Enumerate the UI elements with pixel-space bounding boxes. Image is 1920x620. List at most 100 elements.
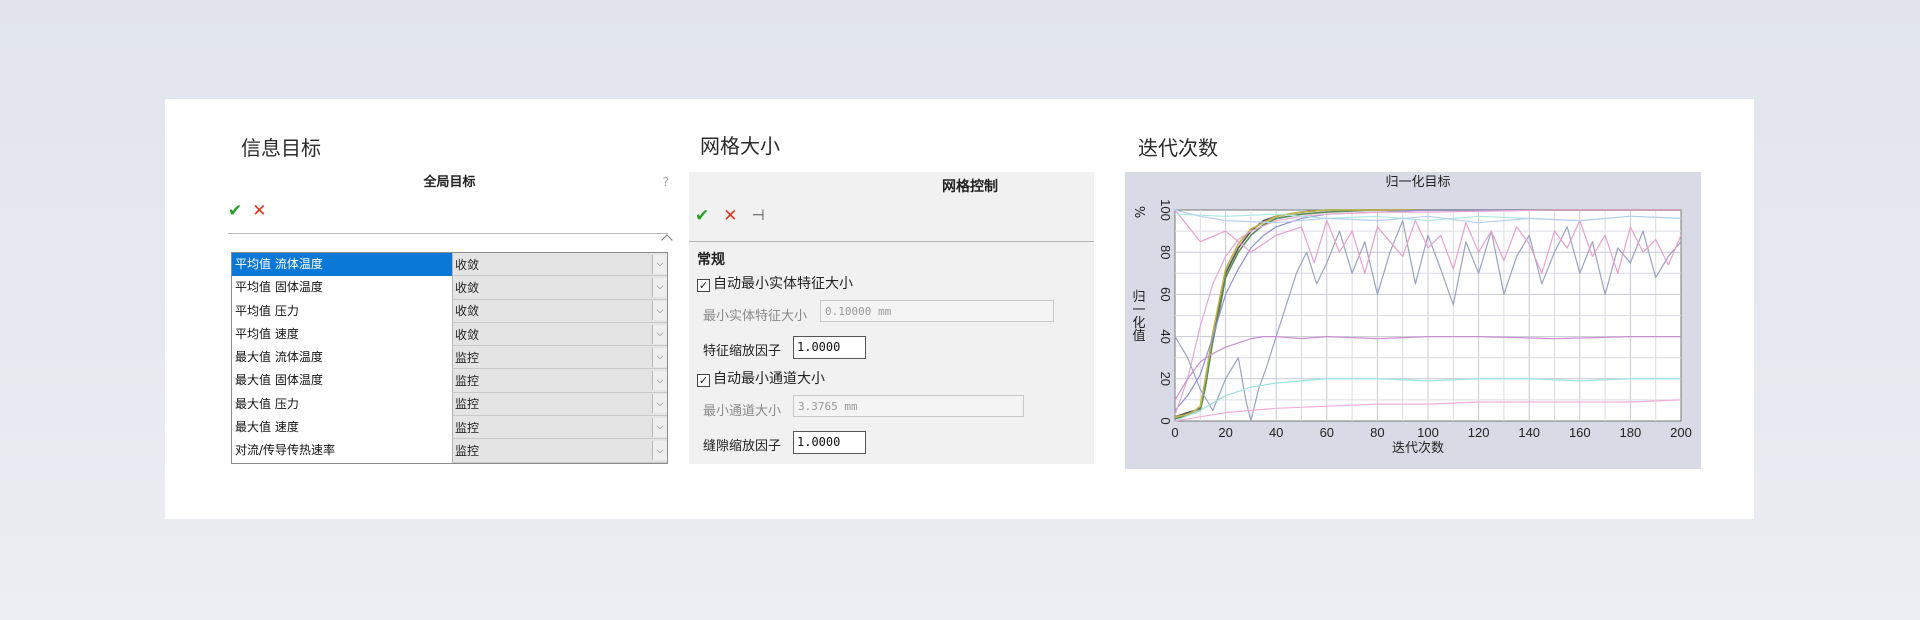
- chevron-down-icon[interactable]: ⌵: [652, 277, 667, 297]
- goal-criterion-value: 监控: [455, 350, 480, 365]
- help-icon[interactable]: ?: [663, 175, 669, 189]
- x-tick-label: 80: [1370, 425, 1384, 440]
- mesh-section-title: 网格大小: [700, 134, 780, 158]
- goal-criterion-select[interactable]: 收敛 ⌵: [452, 322, 667, 347]
- goal-row[interactable]: 平均值 压力 收敛 ⌵: [232, 299, 667, 323]
- chevron-down-icon[interactable]: ⌵: [652, 347, 667, 367]
- y-axis-label: 归一化值: [1130, 290, 1146, 343]
- goal-row[interactable]: 最大值 流体温度 监控 ⌵: [232, 346, 667, 370]
- check-icon[interactable]: ✔: [695, 206, 709, 226]
- goal-row[interactable]: 最大值 速度 监控 ⌵: [232, 416, 667, 440]
- iterations-section-title: 迭代次数: [1138, 136, 1218, 160]
- auto-min-channel-checkbox[interactable]: ✓ 自动最小通道大小: [697, 368, 825, 388]
- y-tick-label: 60: [1158, 287, 1173, 301]
- close-icon[interactable]: ✕: [723, 206, 737, 226]
- y-tick-label: 0: [1158, 417, 1173, 424]
- goal-row[interactable]: 对流/传导传热速率 监控 ⌵: [232, 439, 667, 463]
- goal-criterion-select[interactable]: 监控 ⌵: [452, 416, 667, 440]
- goal-criterion-value: 收敛: [455, 304, 480, 319]
- y-tick-label: 20: [1158, 372, 1173, 386]
- checkbox-label: 自动最小通道大小: [713, 371, 825, 387]
- chevron-down-icon[interactable]: ⌵: [652, 324, 667, 344]
- goal-row[interactable]: 平均值 固体温度 收敛 ⌵: [232, 276, 667, 300]
- chevron-down-icon[interactable]: ⌵: [652, 254, 667, 274]
- checkbox-check-icon[interactable]: ✓: [697, 279, 710, 292]
- close-icon[interactable]: ✕: [252, 201, 266, 221]
- goal-name[interactable]: 平均值 速度: [232, 323, 452, 346]
- normalized-goals-chart-panel: 0 20 40 60 80 100 120 140 160 180 200 0 20 40 60 80 100 归…: [1125, 172, 1701, 469]
- chevron-down-icon[interactable]: ⌵: [652, 301, 667, 321]
- goal-criterion-value: 收敛: [455, 257, 480, 272]
- normalized-goals-chart: 0 20 40 60 80 100 120 140 160 180 200 0 20 40 60 80 100 归…: [1130, 175, 1692, 456]
- panel-title: 网格控制: [942, 179, 998, 195]
- min-channel-size-label: 最小通道大小: [703, 404, 782, 419]
- y-tick-label: 100: [1158, 199, 1173, 221]
- goal-row[interactable]: 平均值 流体温度 收敛 ⌵: [232, 253, 667, 277]
- goal-name[interactable]: 平均值 压力: [232, 300, 452, 323]
- panel-title: 全局目标: [423, 175, 476, 190]
- goal-name[interactable]: 最大值 固体温度: [232, 369, 452, 392]
- goal-criterion-select[interactable]: 监控 ⌵: [452, 346, 667, 370]
- divider: [689, 241, 1094, 242]
- check-icon[interactable]: ✔: [228, 201, 242, 221]
- y-unit-label: %: [1131, 206, 1146, 218]
- min-channel-size-field: 3.3765 mm: [793, 395, 1024, 417]
- section-label-general: 常规: [697, 252, 725, 268]
- divider: [228, 233, 668, 234]
- goal-criterion-select[interactable]: 收敛 ⌵: [452, 276, 667, 300]
- x-tick-label: 180: [1620, 425, 1642, 440]
- global-goals-panel: 全局目标 ? ✔ ✕ 平均值 流体温度 收敛 ⌵ 平均值 固体温度 收敛 ⌵ 平均值 压力收…: [228, 172, 673, 464]
- goal-criterion-value: 监控: [455, 444, 480, 459]
- goal-criterion-value: 收敛: [455, 280, 480, 295]
- goal-name[interactable]: 最大值 流体温度: [232, 346, 452, 369]
- x-tick-label: 140: [1518, 425, 1540, 440]
- goals-table: 平均值 流体温度 收敛 ⌵ 平均值 固体温度 收敛 ⌵ 平均值 压力 收敛 ⌵ 平均值 速度 收敛 ⌵…: [231, 252, 668, 464]
- goal-criterion-select[interactable]: 监控 ⌵: [452, 439, 667, 463]
- goal-name[interactable]: 平均值 固体温度: [232, 276, 452, 299]
- goal-name[interactable]: 对流/传导传热速率: [232, 439, 452, 462]
- checkbox-check-icon[interactable]: ✓: [697, 374, 710, 387]
- goal-row[interactable]: 最大值 固体温度 监控 ⌵: [232, 369, 667, 393]
- x-axis-label: 迭代次数: [1392, 440, 1444, 456]
- x-tick-label: 120: [1468, 425, 1490, 440]
- pin-icon[interactable]: ⊣: [752, 206, 765, 226]
- chevron-down-icon[interactable]: ⌵: [652, 417, 667, 437]
- checkbox-label: 自动最小实体特征大小: [713, 276, 853, 292]
- goal-criterion-value: 监控: [455, 420, 480, 435]
- x-tick-label: 20: [1218, 425, 1232, 440]
- goal-row[interactable]: 平均值 速度 收敛 ⌵: [232, 322, 667, 347]
- goal-criterion-select[interactable]: 监控 ⌵: [452, 392, 667, 417]
- min-feature-size-label: 最小实体特征大小: [703, 309, 808, 324]
- x-tick-label: 0: [1171, 425, 1178, 440]
- y-tick-label: 40: [1158, 329, 1173, 343]
- goal-criterion-select[interactable]: 收敛 ⌵: [452, 253, 667, 277]
- min-feature-size-field: 0.10000 mm: [820, 300, 1054, 322]
- gap-scale-label: 缝隙缩放因子: [703, 439, 782, 454]
- feature-scale-input[interactable]: 1.0000: [793, 336, 866, 359]
- goal-name[interactable]: 最大值 速度: [232, 416, 452, 439]
- x-tick-label: 160: [1569, 425, 1591, 440]
- goal-name[interactable]: 平均值 流体温度: [232, 253, 452, 277]
- x-tick-label: 100: [1417, 425, 1439, 440]
- goal-criterion-value: 收敛: [455, 327, 480, 342]
- feature-scale-label: 特征缩放因子: [703, 344, 782, 359]
- chevron-down-icon[interactable]: ⌵: [652, 394, 667, 414]
- y-tick-label: 80: [1158, 245, 1173, 259]
- chevron-down-icon[interactable]: ⌵: [652, 441, 667, 461]
- goal-criterion-value: 监控: [455, 374, 480, 389]
- x-tick-label: 60: [1320, 425, 1334, 440]
- goal-criterion-value: 监控: [455, 397, 480, 412]
- gap-scale-input[interactable]: 1.0000: [793, 431, 866, 454]
- chart-title: 归一化目标: [1385, 175, 1450, 190]
- goal-criterion-select[interactable]: 监控 ⌵: [452, 369, 667, 393]
- x-tick-label: 200: [1670, 425, 1692, 440]
- goal-row[interactable]: 最大值 压力 监控 ⌵: [232, 392, 667, 417]
- goal-name[interactable]: 最大值 压力: [232, 393, 452, 416]
- chevron-down-icon[interactable]: ⌵: [652, 371, 667, 391]
- goals-section-title: 信息目标: [241, 136, 321, 160]
- goal-criterion-select[interactable]: 收敛 ⌵: [452, 299, 667, 323]
- x-tick-label: 40: [1269, 425, 1283, 440]
- auto-min-feature-checkbox[interactable]: ✓ 自动最小实体特征大小: [697, 273, 853, 293]
- mesh-control-panel: 网格控制 ✔ ✕ ⊣ 常规 ✓ 自动最小实体特征大小 最小实体特征大小 0.100…: [689, 172, 1094, 464]
- collapse-chevron-icon[interactable]: [661, 234, 673, 246]
